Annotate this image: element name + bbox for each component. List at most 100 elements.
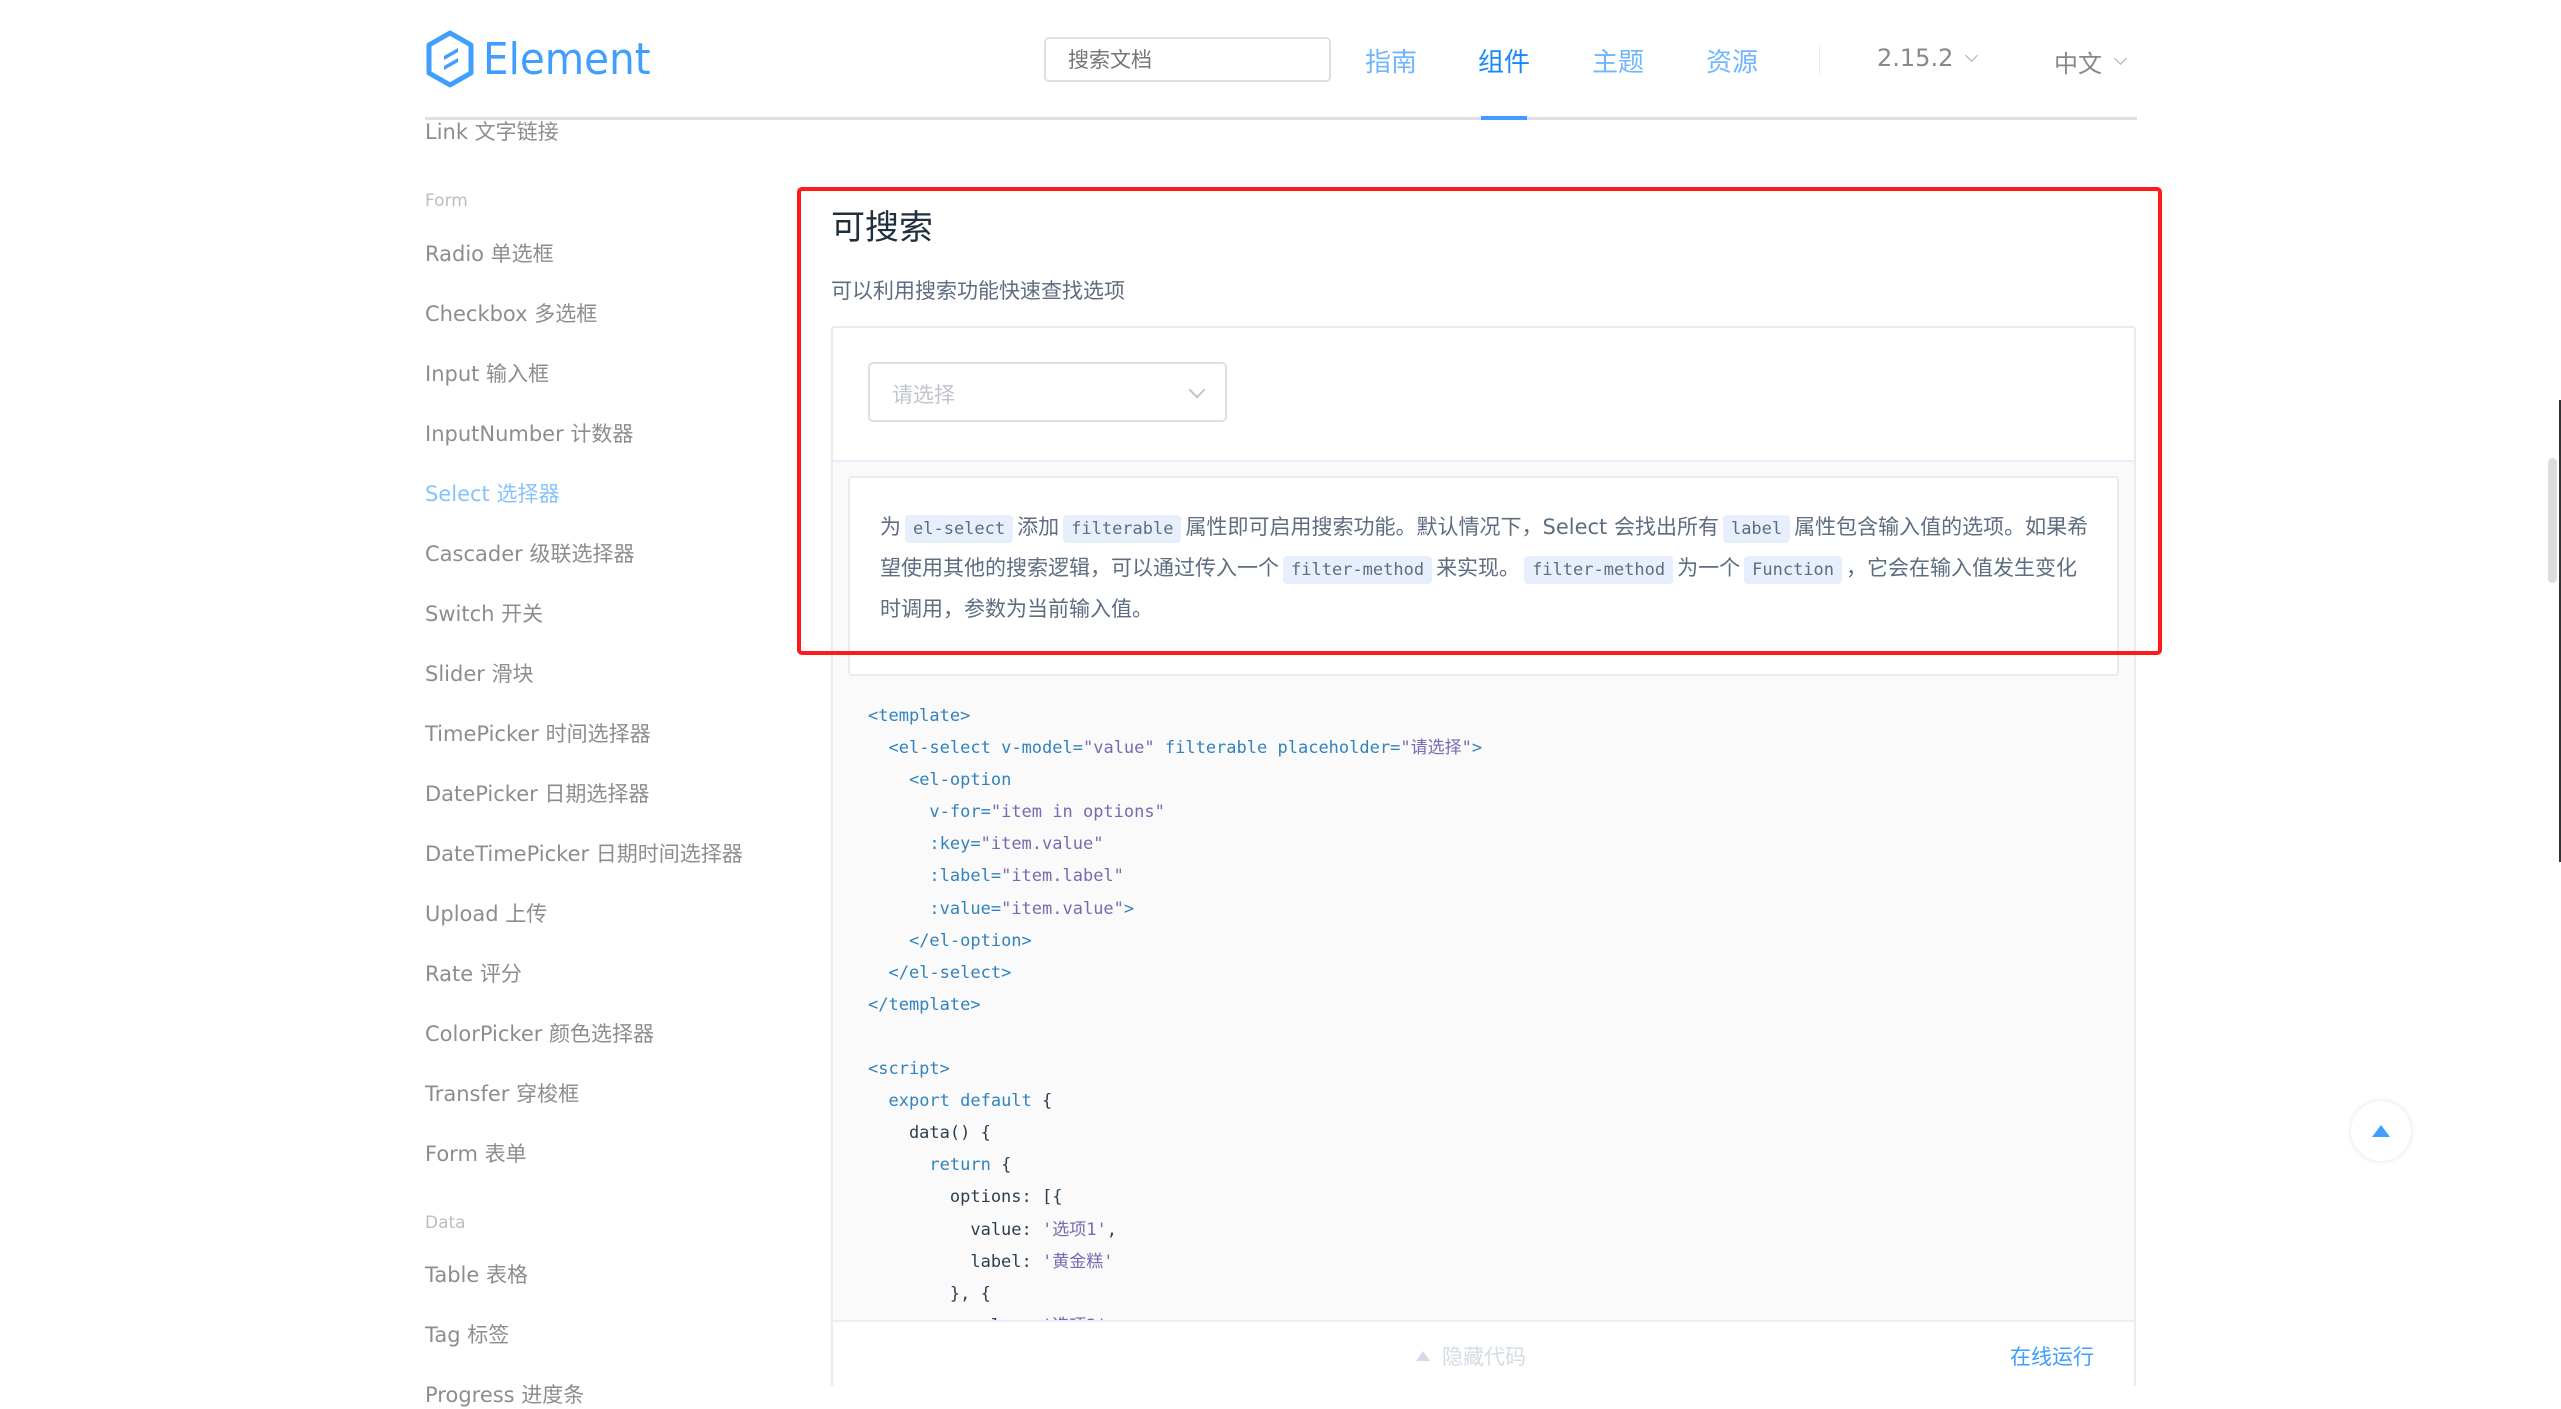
chevron-down-icon [1965,48,1979,62]
code-token: options: [{ [868,1187,1063,1208]
version-label: 2.15.2 [1877,44,1954,72]
code-token: <el-option [908,770,1012,791]
code-line: <script> [868,1053,1482,1085]
nav-component[interactable]: 组件 [1478,42,1530,79]
demo-control-bar[interactable]: 隐藏代码 在线运行 [833,1320,2134,1388]
code-token: "item in options" [990,802,1165,823]
code-token: </template> [868,994,981,1015]
language-dropdown[interactable]: 中文 [2054,44,2127,79]
code-token: :label= [929,866,1002,887]
code-line: v-for="item in options" [868,796,1482,828]
back-to-top-button[interactable] [2351,1101,2411,1161]
sidebar-item-cascader[interactable]: Cascader 级联选择器 [425,538,634,568]
code-line: </el-select> [868,957,1482,989]
sidebar-item-colorpicker[interactable]: ColorPicker 颜色选择器 [425,1018,654,1048]
sidebar-item-transfer[interactable]: Transfer 穿梭框 [425,1078,579,1108]
code-token: filterable [1164,738,1268,759]
sidebar-item-datepicker[interactable]: DatePicker 日期选择器 [425,778,649,808]
sidebar-item-progress[interactable]: Progress 进度条 [425,1379,584,1409]
code-token: <el-select [888,738,991,759]
sidebar-item-tag[interactable]: Tag 标签 [425,1319,509,1349]
sidebar-item-select[interactable]: Select 选择器 [425,478,559,508]
code-line: return { [868,1149,1482,1181]
code-token: :value= [929,898,1002,919]
code-line: <template> [868,700,1482,732]
code-token: </el-option> [908,930,1032,951]
sidebar-item-link[interactable]: Link 文字链接 [425,116,559,146]
code-token: '选项1' [1042,1219,1107,1240]
code-line: :value="item.value"> [868,893,1482,925]
code-token: "请选择" [1400,738,1472,759]
sidebar-item-radio[interactable]: Radio 单选框 [425,238,554,268]
code-token: "item.value" [1001,898,1124,919]
code-token: "item.label" [1001,866,1124,887]
code-token: return [929,1155,991,1176]
code-token: }, { [868,1283,991,1304]
code-line: }, { [868,1278,1482,1310]
code-token: "value" [1082,738,1155,759]
nav-divider [1819,45,1820,75]
version-dropdown[interactable]: 2.15.2 [1877,44,1979,72]
sidebar-item-form[interactable]: Form 表单 [425,1138,527,1168]
code-token: > [1123,898,1135,919]
code-token: '黄金糕' [1042,1251,1114,1272]
element-logo-icon [426,30,474,88]
search-docs-input[interactable] [1044,37,1331,82]
nav-guide[interactable]: 指南 [1365,42,1417,79]
code-block: <template> <el-select v-model="value" fi… [868,700,1482,1342]
sidebar-item-rate[interactable]: Rate 评分 [425,958,522,988]
sidebar-item-timepicker[interactable]: TimePicker 时间选择器 [425,718,651,748]
code-token: { [1031,1091,1053,1112]
language-label: 中文 [2054,50,2102,78]
sidebar-item-table[interactable]: Table 表格 [425,1259,528,1289]
code-token: value: [868,1219,1042,1240]
code-line: label: '黄金糕' [868,1246,1482,1278]
sidebar-group-data: Data [425,1213,466,1233]
run-online-button[interactable]: 在线运行 [2010,1341,2094,1371]
highlight-annotation-box [797,187,2162,655]
nav-active-indicator [1481,116,1527,120]
sidebar-item-upload[interactable]: Upload 上传 [425,898,547,928]
code-line: </template> [868,989,1482,1021]
code-line: <el-option [868,764,1482,796]
code-token: "item.value" [980,834,1104,855]
code-token: v-for= [929,802,991,823]
code-line: :key="item.value" [868,828,1482,860]
code-line: data() { [868,1117,1482,1149]
code-line: value: '选项1', [868,1214,1482,1246]
code-token: <template> [868,706,971,726]
code-token: data() { [868,1123,991,1144]
element-logo[interactable]: Element [425,28,665,90]
nav-resource[interactable]: 资源 [1706,42,1758,79]
code-line: :label="item.label" [868,860,1482,892]
sidebar-item-slider[interactable]: Slider 滑块 [425,658,534,688]
code-line: options: [{ [868,1181,1482,1213]
hide-code-button[interactable]: 隐藏代码 [1416,1341,1526,1371]
hide-code-label: 隐藏代码 [1442,1345,1526,1369]
sidebar-item-input[interactable]: Input 输入框 [425,358,549,388]
caret-up-icon [2372,1125,2390,1137]
page-scrollbar-thumb[interactable] [2548,458,2557,583]
sidebar-item-checkbox[interactable]: Checkbox 多选框 [425,298,597,328]
sidebar-item-switch[interactable]: Switch 开关 [425,598,543,628]
code-line: export default { [868,1085,1482,1117]
sidebar-item-inputnumber[interactable]: InputNumber 计数器 [425,418,633,448]
code-line: </el-option> [868,925,1482,957]
code-token: export default [888,1091,1032,1112]
sidebar-item-datetimepicker[interactable]: DateTimePicker 日期时间选择器 [425,838,743,868]
chevron-down-icon [2114,52,2127,65]
code-token: placeholder= [1277,738,1401,759]
nav-theme[interactable]: 主题 [1592,42,1644,79]
caret-up-icon [1416,1351,1430,1361]
